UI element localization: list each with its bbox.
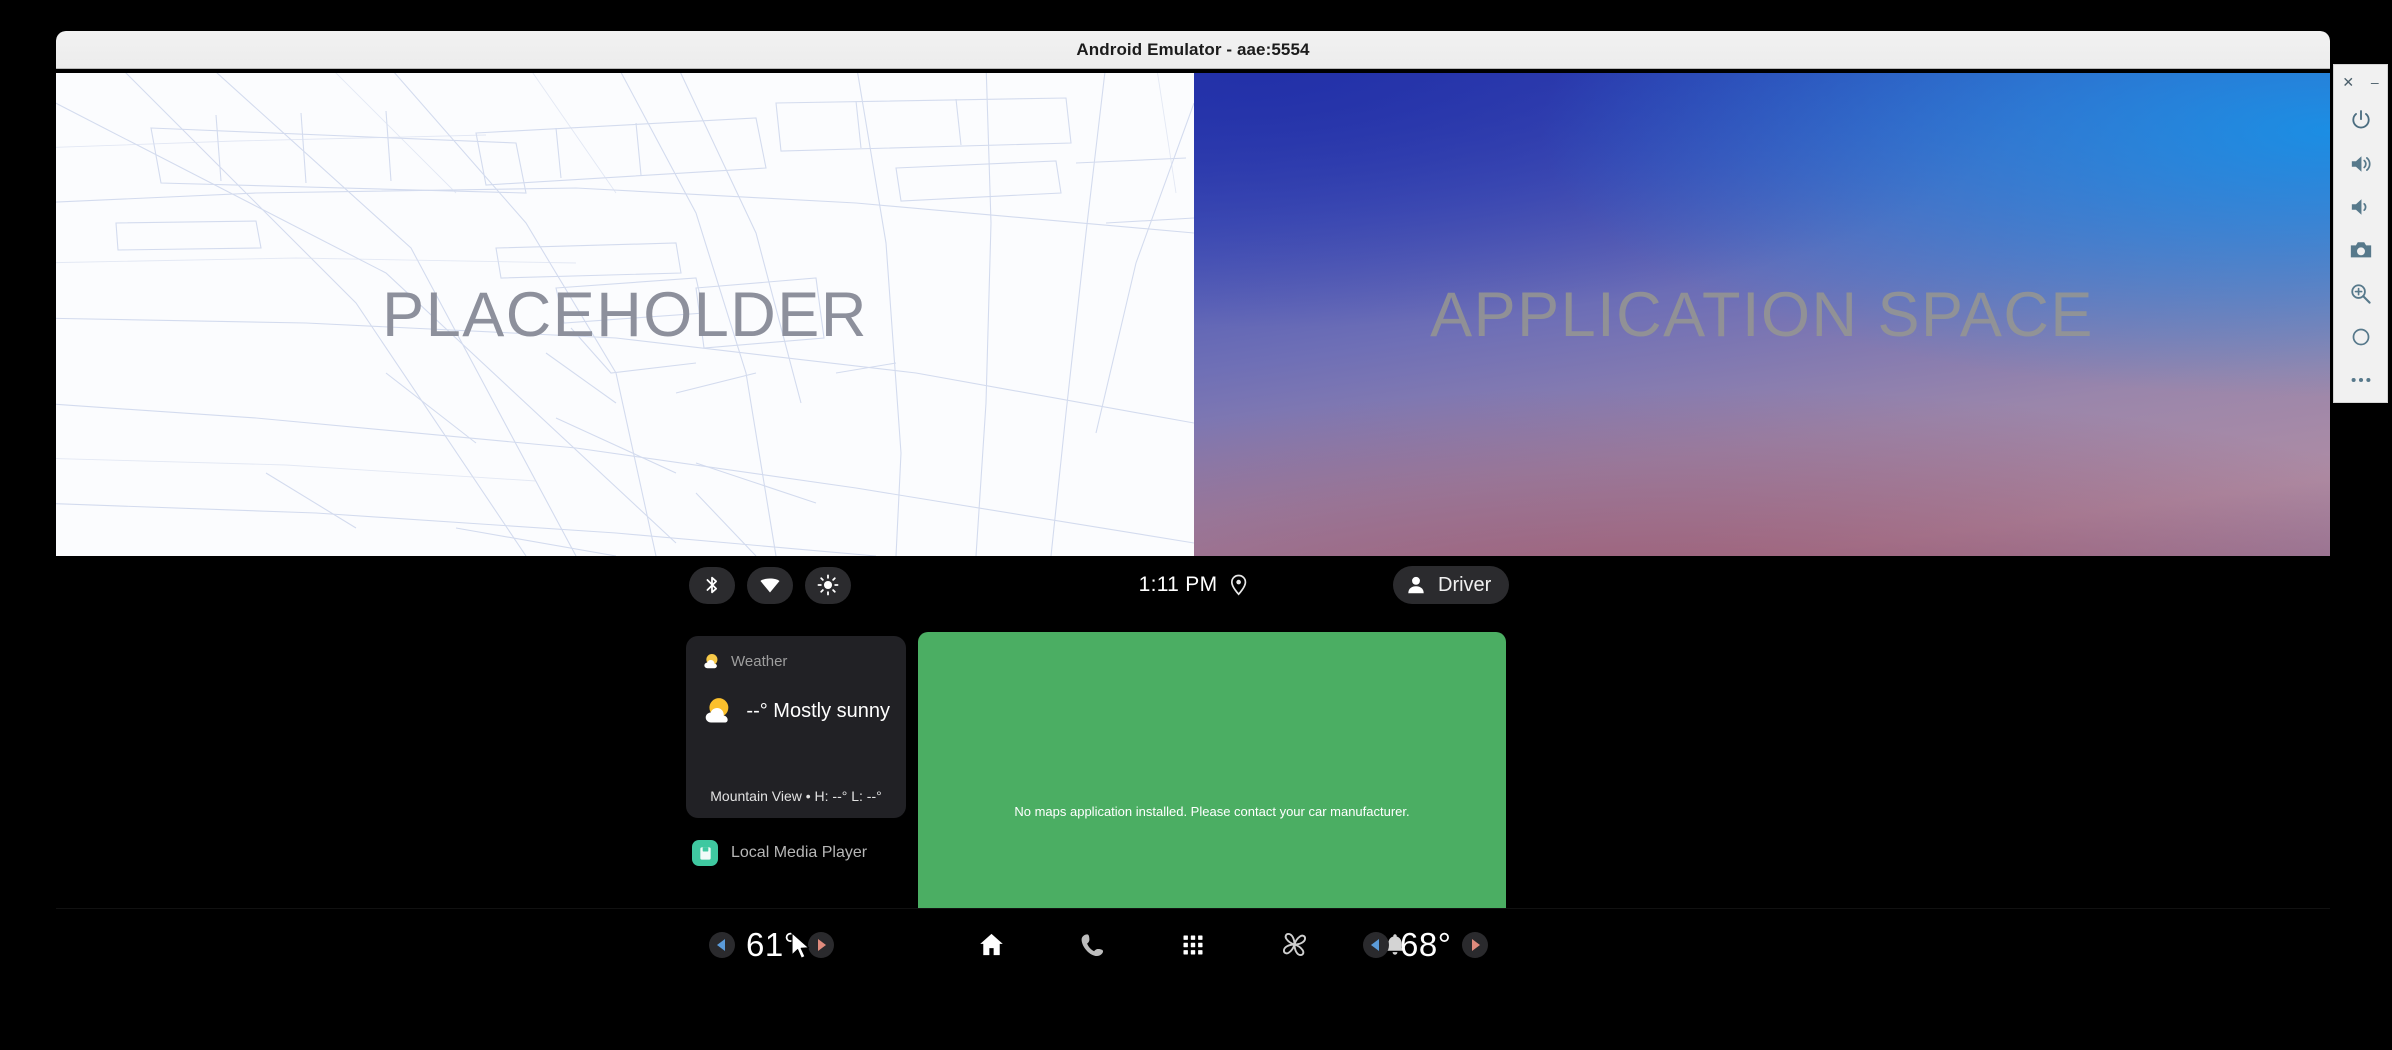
home-content-area: Weather --° Mostly sunny Mountain View •… [56, 614, 2330, 980]
power-button[interactable] [2338, 99, 2384, 142]
nav-climate-button[interactable] [1274, 925, 1314, 965]
ellipsis-icon [2351, 378, 2370, 383]
user-profile-chip-container: Driver [1393, 566, 1510, 604]
emulator-window: Android Emulator - aae:5554 PLACEHOLDER … [56, 31, 2330, 980]
media-player-icon [692, 840, 718, 866]
fan-icon [1282, 932, 1306, 957]
bluetooth-icon [706, 576, 717, 594]
partly-sunny-large-icon [705, 698, 729, 723]
top-region: PLACEHOLDER APPLICATION SPACE [56, 73, 2330, 556]
maps-panel-message: No maps application installed. Please co… [1014, 803, 1410, 819]
application-space-label: APPLICATION SPACE [1430, 279, 2094, 350]
wifi-button[interactable] [747, 566, 793, 604]
rotate-button[interactable] [2338, 315, 2384, 358]
volume-up-button[interactable] [2338, 142, 2384, 185]
chevron-right-icon [1472, 938, 1481, 951]
screenshot-button[interactable] [2338, 229, 2384, 272]
passenger-temp-decrease-button[interactable] [1363, 931, 1389, 958]
volume-down-icon [2351, 199, 2366, 215]
volume-up-icon [2351, 155, 2371, 172]
navigation-bar: 61° 68° [56, 908, 2330, 980]
weather-header: Weather [702, 652, 890, 671]
apps-grid-icon [1183, 935, 1203, 954]
brightness-icon [817, 574, 839, 596]
emulator-window-controls: ✕ – [2334, 65, 2387, 99]
user-profile-name: Driver [1438, 573, 1492, 596]
map-placeholder-panel[interactable]: PLACEHOLDER [56, 73, 1194, 556]
clock-label: 1:11 PM [1138, 573, 1218, 596]
zoom-in-icon [2351, 284, 2371, 304]
power-icon [2351, 110, 2370, 129]
status-clock-group: 1:11 PM [1139, 573, 1248, 597]
person-icon [1408, 576, 1424, 594]
weather-condition-text: --° Mostly sunny [746, 699, 890, 722]
map-placeholder-label: PLACEHOLDER [382, 279, 868, 350]
location-pin-icon [1230, 574, 1247, 596]
window-title-bar[interactable]: Android Emulator - aae:5554 [56, 31, 2330, 69]
close-icon[interactable]: ✕ [2342, 75, 2354, 89]
window-title: Android Emulator - aae:5554 [1076, 39, 1310, 59]
nav-home-button[interactable] [971, 925, 1011, 965]
more-button[interactable] [2338, 359, 2384, 402]
nav-dialer-button[interactable] [1072, 925, 1112, 965]
chevron-left-icon [717, 938, 725, 951]
bluetooth-button[interactable] [689, 566, 735, 604]
brightness-button[interactable] [805, 566, 851, 604]
media-glyph-icon [699, 846, 711, 860]
weather-location-line: Mountain View • H: --° L: --° [710, 788, 882, 804]
passenger-temp-increase-button[interactable] [1462, 931, 1489, 958]
driver-temperature-control: 61° [709, 926, 835, 964]
partly-sunny-icon [704, 653, 718, 669]
local-media-player-label: Local Media Player [731, 844, 868, 861]
application-space-panel[interactable]: APPLICATION SPACE [1194, 73, 2330, 556]
chevron-left-icon [1371, 938, 1379, 951]
phone-icon [1081, 933, 1104, 956]
wifi-icon [760, 578, 780, 593]
weather-widget[interactable]: Weather --° Mostly sunny Mountain View •… [686, 636, 906, 818]
status-bar: 1:11 PM Driver [56, 556, 2330, 614]
weather-condition-row: --° Mostly sunny [702, 689, 890, 733]
camera-icon [2350, 242, 2371, 258]
nav-apps-button[interactable] [1173, 925, 1213, 965]
device-screen: PLACEHOLDER APPLICATION SPACE 1:11 PM Dr… [56, 73, 2330, 980]
driver-temp-decrease-button[interactable] [709, 931, 735, 958]
circle-icon [2352, 328, 2369, 346]
local-media-player-item[interactable]: Local Media Player [686, 840, 906, 866]
user-profile-chip[interactable]: Driver [1393, 566, 1510, 604]
widget-column: Weather --° Mostly sunny Mountain View •… [686, 636, 906, 866]
chevron-right-icon [818, 938, 827, 951]
weather-widget-title: Weather [731, 653, 788, 670]
minimize-icon[interactable]: – [2371, 75, 2379, 89]
passenger-temperature-control: 68° [1363, 925, 1489, 964]
emulator-side-toolbar: ✕ – [2333, 64, 2388, 403]
navigation-icons [971, 925, 1415, 965]
passenger-temperature-value: 68° [1400, 925, 1452, 963]
mouse-cursor [791, 932, 810, 959]
home-icon [979, 933, 1003, 956]
status-quick-controls [689, 566, 851, 604]
zoom-button[interactable] [2338, 272, 2384, 315]
volume-down-button[interactable] [2338, 185, 2384, 228]
